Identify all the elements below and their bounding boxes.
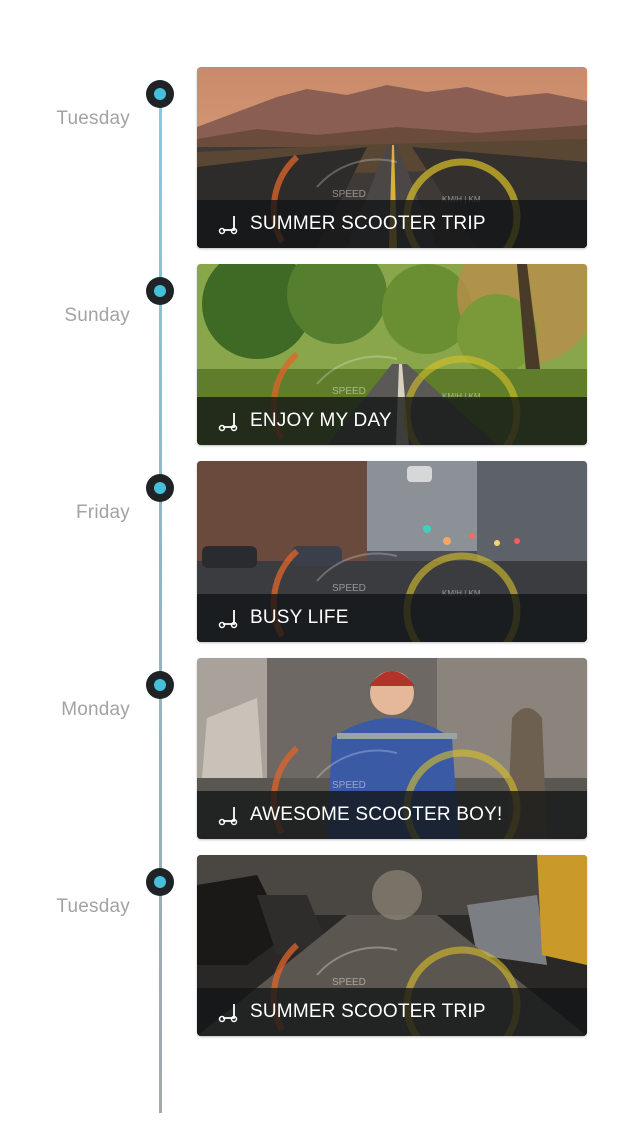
trip-card[interactable]: SPEED AWESOME SCOOTER BOY! (197, 658, 587, 839)
caption-bar: SUMMER SCOOTER TRIP (197, 988, 587, 1036)
day-label: Monday (61, 699, 130, 720)
scooter-icon (218, 216, 238, 235)
day-label: Tuesday (56, 896, 130, 917)
scooter-icon (218, 1004, 238, 1023)
trip-card[interactable]: SPEED SUMMER SCOOTER TRIP (197, 855, 587, 1036)
trip-title: ENJOY MY DAY (250, 410, 392, 431)
timeline-entry[interactable]: Sunday SPEED KM/H | KM (0, 264, 640, 459)
caption-bar: AWESOME SCOOTER BOY! (197, 791, 587, 839)
trip-title: SUMMER SCOOTER TRIP (250, 1001, 486, 1022)
trip-card[interactable]: SPEED KM/H | KM SUMMER SCOOTER TRIP (197, 67, 587, 248)
timeline-dot-icon (146, 868, 174, 896)
caption-bar: ENJOY MY DAY (197, 397, 587, 445)
timeline-entry[interactable]: Friday SPEED KM/H | KM (0, 461, 640, 656)
scooter-icon (218, 807, 238, 826)
trip-card[interactable]: SPEED KM/H | KM BUSY LIFE (197, 461, 587, 642)
timeline-dot-icon (146, 80, 174, 108)
timeline-entry[interactable]: Tuesday SPEED SUMMER SCOOTER TRIP (0, 855, 640, 1050)
day-label: Tuesday (56, 108, 130, 129)
timeline-entry[interactable]: Monday SPEED AWESOME SCOOTER BOY! (0, 658, 640, 853)
trip-title: AWESOME SCOOTER BOY! (250, 804, 503, 825)
timeline-dot-icon (146, 671, 174, 699)
day-label: Sunday (64, 305, 130, 326)
caption-bar: SUMMER SCOOTER TRIP (197, 200, 587, 248)
timeline-dot-icon (146, 277, 174, 305)
trip-card[interactable]: SPEED KM/H | KM ENJOY MY DAY (197, 264, 587, 445)
trip-title: BUSY LIFE (250, 607, 349, 628)
timeline-entry[interactable]: Tuesday SPEED KM/H | KM (0, 67, 640, 262)
timeline-dot-icon (146, 474, 174, 502)
scooter-icon (218, 413, 238, 432)
trip-title: SUMMER SCOOTER TRIP (250, 213, 486, 234)
caption-bar: BUSY LIFE (197, 594, 587, 642)
scooter-icon (218, 610, 238, 629)
day-label: Friday (76, 502, 130, 523)
